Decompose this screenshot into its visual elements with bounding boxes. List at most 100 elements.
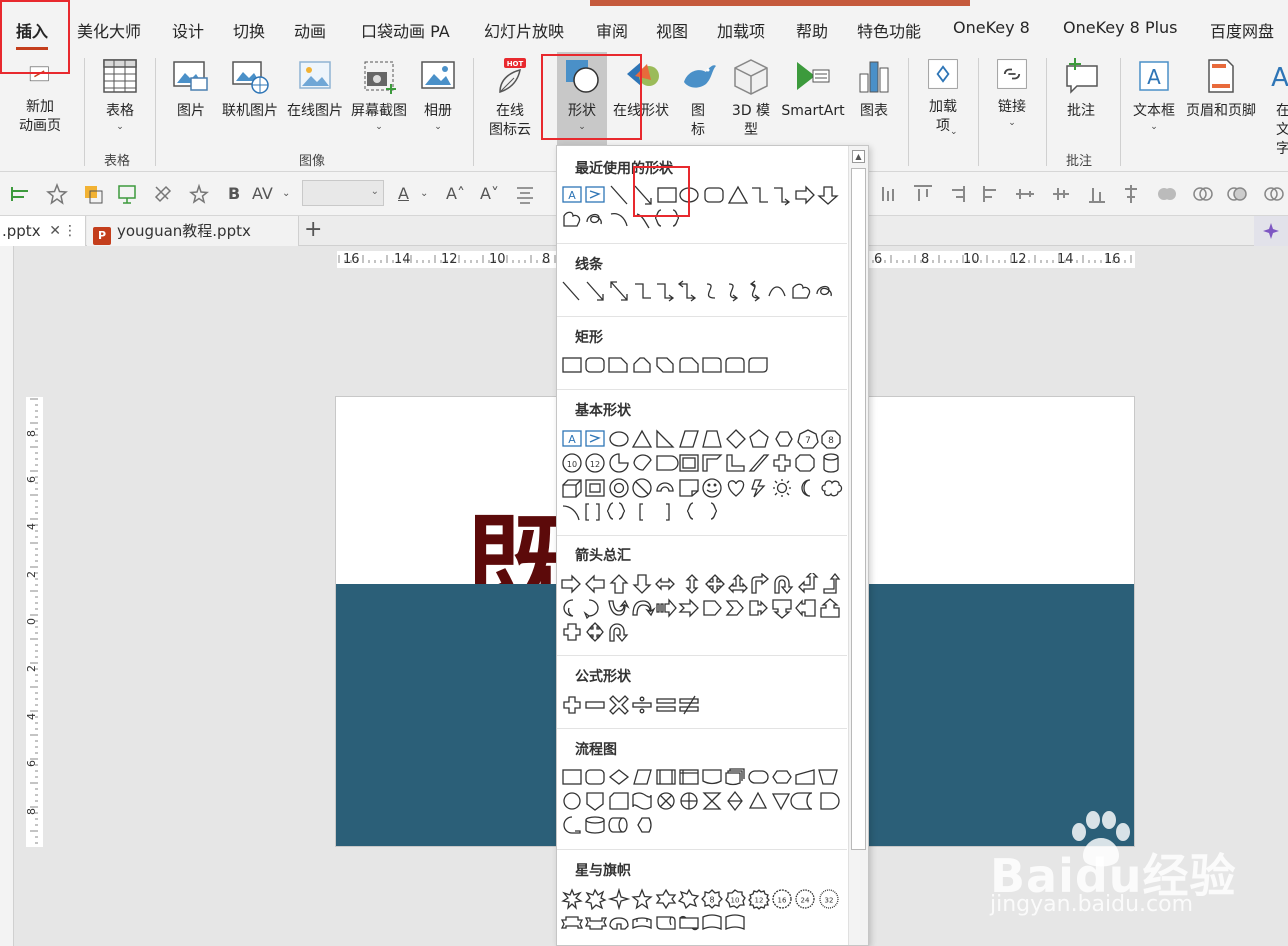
- flowchart-collate-shape[interactable]: [702, 792, 722, 810]
- 4-point-star-shape[interactable]: [607, 888, 631, 910]
- moon-shape[interactable]: [801, 479, 811, 497]
- tab-baidu-netdisk[interactable]: 百度网盘: [1210, 18, 1274, 42]
- flowchart-process-shape[interactable]: [562, 769, 582, 785]
- frame-shape[interactable]: [679, 454, 699, 472]
- right-brace-shape[interactable]: [672, 209, 680, 227]
- new-anim-page-button[interactable]: 新加 动画页: [8, 56, 72, 136]
- left-arrow-callout-shape[interactable]: [795, 599, 816, 617]
- tab-beautify[interactable]: 美化大师: [77, 18, 141, 42]
- arrow-line-shape[interactable]: [634, 185, 652, 205]
- octagon-shape[interactable]: 8: [821, 430, 841, 449]
- tab-help[interactable]: 帮助: [796, 18, 828, 42]
- 24-point-star-shape[interactable]: 24: [795, 889, 815, 909]
- 8-point-star-shape[interactable]: 8: [701, 889, 723, 909]
- lightning-bolt-shape[interactable]: [751, 479, 766, 498]
- doc-tab-current[interactable]: .pptx ✕ ⋮: [0, 216, 86, 246]
- no-symbol-shape[interactable]: [632, 478, 652, 498]
- plaque-shape[interactable]: [795, 454, 815, 472]
- curved-ribbon-up-shape[interactable]: [632, 917, 652, 929]
- icons-button[interactable]: 图 标: [678, 56, 718, 140]
- smartart-button[interactable]: SmartArt: [778, 56, 848, 121]
- bent-up-arrow-shape[interactable]: [823, 573, 841, 594]
- chord-shape[interactable]: [633, 454, 652, 471]
- bevel-shape[interactable]: [585, 479, 605, 497]
- align-vcenter-icon[interactable]: [1120, 183, 1142, 205]
- elbow-arrow-connector-shape[interactable]: [774, 187, 791, 206]
- increase-font-button[interactable]: A˄: [446, 184, 465, 203]
- left-brace-shape[interactable]: [654, 209, 662, 227]
- vertical-text-box-shape[interactable]: [585, 430, 605, 447]
- freeform-shape[interactable]: [792, 283, 811, 299]
- minus-shape[interactable]: [585, 701, 605, 709]
- flowchart-sort-shape[interactable]: [727, 790, 743, 812]
- flowchart-predefined-process-shape[interactable]: [656, 769, 676, 785]
- elbow-double-arrow-shape[interactable]: [677, 280, 697, 302]
- double-arrow-line-shape[interactable]: [610, 281, 628, 301]
- flowchart-internal-storage-shape[interactable]: [679, 769, 699, 785]
- ribbon-down-shape[interactable]: [560, 916, 584, 929]
- scribble-shape[interactable]: [586, 213, 602, 225]
- elbow-connector-shape[interactable]: [635, 283, 651, 299]
- link-button[interactable]: 链接 ⌄: [990, 56, 1034, 129]
- curved-up-arrow-shape[interactable]: [608, 599, 630, 616]
- 6-point-star-shape[interactable]: [655, 888, 677, 910]
- flowchart-data-shape[interactable]: [633, 769, 652, 785]
- fragment-icon[interactable]: [1226, 183, 1248, 205]
- tab-animations[interactable]: 动画: [294, 18, 326, 42]
- can-shape[interactable]: [823, 453, 839, 473]
- donut-shape[interactable]: [609, 478, 629, 498]
- divide-shape[interactable]: [632, 696, 652, 714]
- down-arrow-shape[interactable]: [817, 186, 839, 205]
- hexagon-shape[interactable]: [775, 431, 793, 447]
- multiply-shape[interactable]: [609, 695, 629, 715]
- shapes-button[interactable]: 形状 ⌄: [557, 52, 607, 146]
- tab-onekey8-plus[interactable]: OneKey 8 Plus: [1063, 18, 1178, 37]
- flowchart-direct-access-storage-shape[interactable]: [608, 817, 628, 833]
- curved-right-arrow-shape[interactable]: [563, 599, 574, 617]
- plus-shape[interactable]: [563, 696, 581, 714]
- rounded-rectangle-shape[interactable]: [585, 357, 605, 373]
- heart-shape[interactable]: [727, 480, 745, 497]
- 10-point-star-shape[interactable]: 10: [725, 889, 746, 909]
- tab-onekey8[interactable]: OneKey 8: [953, 18, 1030, 37]
- 7-point-star-shape[interactable]: [677, 888, 700, 910]
- pentagon-shape[interactable]: [749, 429, 769, 448]
- 5-point-star-shape[interactable]: [631, 888, 653, 910]
- chevron-down-icon[interactable]: ⌄: [282, 188, 290, 199]
- circular-arrow-shape[interactable]: [609, 623, 629, 643]
- presentation-tool-icon[interactable]: [116, 183, 138, 205]
- font-color-button[interactable]: A: [398, 184, 409, 203]
- left-right-up-arrow-shape[interactable]: [728, 574, 748, 594]
- left-right-arrow-shape[interactable]: [655, 577, 675, 591]
- 16-point-star-shape[interactable]: 16: [772, 889, 792, 909]
- char-spacing-button[interactable]: AV: [252, 184, 273, 203]
- block-arc-shape[interactable]: [656, 482, 674, 492]
- curved-arrow-connector-shape[interactable]: [728, 283, 739, 302]
- tab-features[interactable]: 特色功能: [857, 18, 921, 42]
- flowchart-multidocument-shape[interactable]: [725, 768, 745, 786]
- curved-down-arrow-shape[interactable]: [632, 600, 656, 617]
- trapezoid-shape[interactable]: [702, 430, 722, 448]
- up-arrow-shape[interactable]: [609, 574, 629, 594]
- chart-button[interactable]: 图表: [854, 56, 894, 121]
- diamond-shape[interactable]: [726, 429, 746, 449]
- distribute-icon[interactable]: [1014, 183, 1036, 205]
- line-shape[interactable]: [562, 281, 580, 301]
- snip-corner-rectangle-shape[interactable]: [608, 357, 628, 373]
- decrease-font-button[interactable]: A˅: [480, 184, 499, 203]
- elbow-connector-shape[interactable]: [752, 187, 768, 203]
- double-wave-shape[interactable]: [725, 914, 745, 930]
- tab-slideshow[interactable]: 幻灯片放映: [484, 18, 564, 42]
- flowchart-delay-shape[interactable]: [820, 792, 840, 810]
- curved-ribbon-down-shape[interactable]: [609, 917, 629, 930]
- equal-shape[interactable]: [656, 698, 676, 712]
- album-button[interactable]: 相册 ⌄: [418, 56, 458, 133]
- flowchart-merge-shape[interactable]: [771, 793, 791, 811]
- tab-pocket-animation[interactable]: 口袋动画 PA: [361, 18, 450, 42]
- flowchart-extract-shape[interactable]: [748, 791, 768, 809]
- arc-shape[interactable]: [610, 212, 628, 227]
- up-down-arrow-shape[interactable]: [685, 574, 699, 594]
- flowchart-decision-shape[interactable]: [608, 769, 630, 785]
- line-shape[interactable]: [610, 185, 628, 205]
- more-icon[interactable]: ⋮: [63, 216, 77, 246]
